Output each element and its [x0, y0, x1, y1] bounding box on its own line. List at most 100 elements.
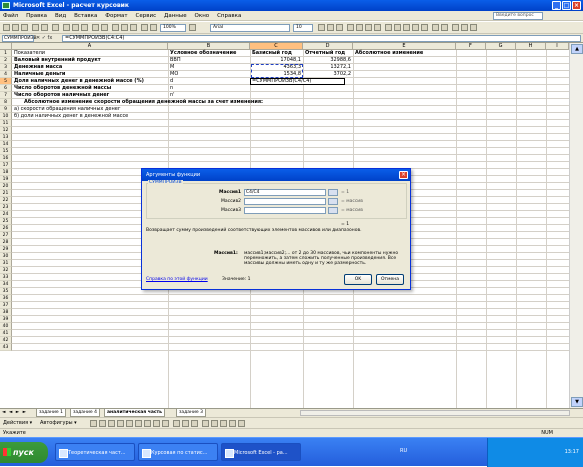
row-header[interactable]: 14 — [0, 141, 12, 148]
cell-a1[interactable]: Показатели — [14, 50, 45, 57]
formula-input[interactable]: =СУММПРОИЗВ(C4:C4) — [62, 35, 581, 42]
font-size-select[interactable]: 10 — [293, 24, 313, 32]
menu-window[interactable]: Окно — [192, 11, 213, 21]
cell-b5[interactable]: d — [170, 78, 173, 85]
row-header[interactable]: 8 — [0, 99, 12, 106]
sort-desc-icon[interactable] — [130, 24, 137, 31]
diagram-icon[interactable] — [144, 420, 151, 427]
decrease-decimal-icon[interactable] — [421, 24, 428, 31]
align-left-icon[interactable] — [347, 24, 354, 31]
font-color-icon[interactable] — [191, 420, 198, 427]
row-header[interactable]: 20 — [0, 183, 12, 190]
row-header[interactable]: 24 — [0, 211, 12, 218]
formula-buttons[interactable]: ✕ ✓ fx — [36, 35, 60, 42]
row-header[interactable]: 11 — [0, 120, 12, 127]
line-color-icon[interactable] — [182, 420, 189, 427]
row-header[interactable]: 38 — [0, 309, 12, 316]
zoom-select[interactable]: 100% — [160, 24, 186, 32]
column-header-g[interactable]: G — [486, 43, 516, 50]
select-all-corner[interactable] — [0, 43, 12, 50]
save-icon[interactable] — [21, 24, 28, 31]
cancel-button[interactable]: Отмена — [376, 274, 404, 285]
horizontal-scrollbar[interactable] — [300, 410, 570, 416]
cell-a3[interactable]: Денежная масса — [14, 64, 62, 71]
row-header[interactable]: 25 — [0, 218, 12, 225]
menu-format[interactable]: Формат — [102, 11, 130, 21]
arrow-icon[interactable] — [99, 420, 106, 427]
row-header[interactable]: 16 — [0, 155, 12, 162]
column-header-h[interactable]: H — [516, 43, 546, 50]
line-icon[interactable] — [90, 420, 97, 427]
clipart-icon[interactable] — [153, 420, 160, 427]
3d-icon[interactable] — [238, 420, 245, 427]
row-header[interactable]: 5 — [0, 78, 12, 85]
arg-input-array3[interactable] — [244, 207, 326, 214]
row-header[interactable]: 27 — [0, 232, 12, 239]
cell-b2[interactable]: ВВП — [170, 57, 181, 64]
cut-icon[interactable] — [63, 24, 70, 31]
row-header[interactable]: 21 — [0, 190, 12, 197]
fill-color-icon[interactable] — [461, 24, 468, 31]
language-indicator[interactable]: RU — [400, 448, 407, 454]
cell-a9[interactable]: а) скорости обращения наличных денег — [14, 106, 120, 113]
row-header[interactable]: 13 — [0, 134, 12, 141]
cell-a2[interactable]: Валовый внутренний продукт — [14, 57, 101, 64]
arrow-style-icon[interactable] — [220, 420, 227, 427]
row-header[interactable]: 19 — [0, 176, 12, 183]
column-header-c[interactable]: C — [250, 43, 303, 50]
task-coursework[interactable]: Курсовая по статис... — [138, 443, 218, 461]
cell-a6[interactable]: Число оборотов денежной массы — [14, 85, 111, 92]
increase-decimal-icon[interactable] — [412, 24, 419, 31]
row-header[interactable]: 4 — [0, 71, 12, 78]
tab-sheet-3[interactable]: задание 3 — [176, 409, 206, 417]
row-header[interactable]: 3 — [0, 64, 12, 71]
arg-input-array1[interactable]: C4/C4 — [244, 189, 326, 196]
cell-c2[interactable]: 17048,1 — [250, 57, 301, 64]
percent-icon[interactable] — [394, 24, 401, 31]
collapse-dialog-icon[interactable] — [328, 189, 338, 196]
row-header[interactable]: 39 — [0, 316, 12, 323]
menu-insert[interactable]: Вставка — [71, 11, 100, 21]
row-header[interactable]: 36 — [0, 295, 12, 302]
comma-icon[interactable] — [403, 24, 410, 31]
cell-a4[interactable]: Наличные деньги — [14, 71, 65, 78]
minimize-button[interactable]: _ — [552, 1, 561, 10]
cell-a8[interactable]: Абсолютное изменение скорости обращения … — [24, 99, 263, 106]
tab-analytic[interactable]: аналитическая часть — [104, 409, 165, 417]
dialog-close-icon[interactable]: × — [399, 171, 408, 179]
row-header[interactable]: 18 — [0, 169, 12, 176]
column-header-a[interactable]: A — [12, 43, 168, 50]
row-header[interactable]: 1 — [0, 50, 12, 57]
row-header[interactable]: 10 — [0, 113, 12, 120]
row-header[interactable]: 34 — [0, 281, 12, 288]
arg-input-array2[interactable] — [244, 198, 326, 205]
underline-icon[interactable] — [336, 24, 343, 31]
help-icon[interactable] — [189, 24, 196, 31]
active-cell-c5[interactable]: =СУММПРОИЗВ(C4/C4) — [250, 78, 345, 85]
menu-help[interactable]: Справка — [214, 11, 244, 21]
name-box[interactable]: СУММПРОИЗВ — [2, 35, 37, 42]
drawing-icon[interactable] — [150, 24, 157, 31]
column-header-f[interactable]: F — [456, 43, 486, 50]
oval-icon[interactable] — [117, 420, 124, 427]
textbox-icon[interactable] — [126, 420, 133, 427]
increase-indent-icon[interactable] — [441, 24, 448, 31]
autosum-icon[interactable] — [112, 24, 119, 31]
borders-icon[interactable] — [452, 24, 459, 31]
column-header-i[interactable]: I — [546, 43, 569, 50]
print-icon[interactable] — [32, 24, 39, 31]
close-button[interactable]: × — [572, 1, 581, 10]
column-header-e[interactable]: E — [353, 43, 456, 50]
preview-icon[interactable] — [41, 24, 48, 31]
tab-sheet-1[interactable]: задание 1 — [36, 409, 66, 417]
cell-b3[interactable]: М — [170, 64, 174, 71]
row-header[interactable]: 40 — [0, 323, 12, 330]
currency-icon[interactable] — [385, 24, 392, 31]
task-excel[interactable]: Microsoft Excel - ра... — [221, 443, 301, 461]
row-header[interactable]: 32 — [0, 267, 12, 274]
open-icon[interactable] — [12, 24, 19, 31]
cell-d4[interactable]: 3702,2 — [303, 71, 352, 78]
undo-icon[interactable] — [92, 24, 99, 31]
dash-style-icon[interactable] — [211, 420, 218, 427]
row-header[interactable]: 29 — [0, 246, 12, 253]
